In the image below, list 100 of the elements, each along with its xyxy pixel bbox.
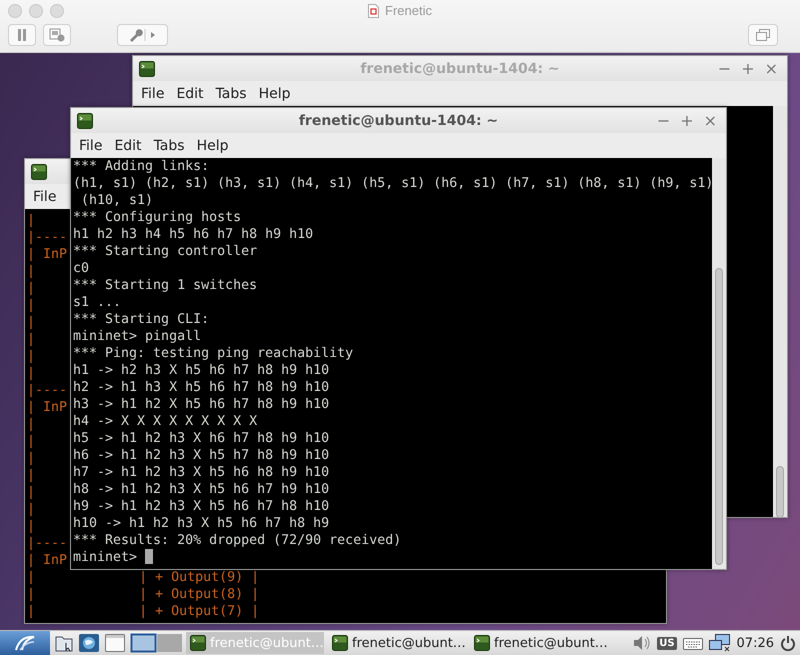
show-desktop-button[interactable] (104, 633, 126, 653)
window-mode-button[interactable] (748, 24, 778, 46)
terminal-line: |---- (27, 382, 68, 399)
menu-item[interactable]: Tabs (148, 136, 191, 156)
terminal-line: s1 ... (73, 294, 122, 311)
minimize-button[interactable]: − (654, 112, 674, 128)
scrollbar[interactable] (773, 106, 787, 517)
terminal-line: | | + Output(7) | (27, 603, 260, 620)
menu-item[interactable]: Help (190, 136, 234, 156)
terminal-line: *** Configuring hosts (73, 209, 242, 226)
scrollbar-thumb[interactable] (715, 268, 723, 565)
settings-button[interactable] (117, 24, 168, 46)
window-icon (104, 633, 126, 653)
maximize-button[interactable]: + (738, 60, 758, 76)
terminal-line: h3 -> h1 h2 X h5 h6 h7 h8 h9 h10 (73, 396, 330, 413)
host-window-title: Frenetic (385, 3, 432, 18)
terminal-icon (31, 164, 47, 180)
terminal-line: *** Starting controller (73, 243, 258, 260)
keyboard-layout-indicator[interactable]: US (657, 636, 677, 650)
terminal-line: *** Results: 20% dropped (72/90 received) (73, 532, 402, 549)
terminal-line: h1 h2 h3 h4 h5 h6 h7 h8 h9 h10 (73, 226, 314, 243)
menu-item[interactable]: File (27, 186, 62, 206)
close-button[interactable]: × (700, 112, 720, 128)
terminal-line: | (27, 467, 36, 484)
menu-item[interactable]: Help (252, 84, 296, 104)
terminal-line: h5 -> h1 h2 h3 X h6 h7 h8 h9 h10 (73, 430, 330, 447)
terminal-line: h4 -> X X X X X X X X X (73, 413, 258, 430)
terminal-line: h10 -> h1 h2 h3 X h5 h6 h7 h8 h9 (73, 515, 330, 532)
clock: 07:26 (736, 636, 774, 650)
terminal-line: | (27, 416, 36, 433)
power-icon (780, 635, 796, 651)
terminal-line: | InP (27, 399, 68, 416)
window-title: frenetic@ubuntu-1404: ~ (360, 60, 560, 76)
terminal-line: (h1, s1) (h2, s1) (h3, s1) (h4, s1) (h5, s1) (h6, s1) (h7, s1) (h8, s1) (h9, s1) (73, 175, 712, 192)
terminal-icon (474, 635, 490, 651)
terminal-line: | | + Output(9) | (27, 569, 260, 586)
window-close-button[interactable] (8, 4, 22, 18)
volume-icon (633, 635, 652, 651)
terminal-line: | (27, 331, 36, 348)
terminal-icon (77, 112, 93, 128)
window-zoom-button[interactable] (50, 4, 64, 18)
document-icon (368, 4, 380, 18)
terminal-line: |---- (27, 229, 68, 246)
pause-icon (17, 29, 27, 41)
minimize-button[interactable]: − (714, 60, 734, 76)
maximize-button[interactable]: + (677, 112, 697, 128)
snapshot-icon (49, 28, 65, 42)
terminal-line: h7 -> h1 h2 h3 X h5 h6 h8 h9 h10 (73, 464, 330, 481)
scrollbar-thumb[interactable] (776, 466, 784, 518)
terminal-icon (190, 635, 206, 651)
taskbar-task[interactable]: frenetic@ubunt… (328, 632, 466, 654)
windows-icon (756, 29, 770, 41)
snapshot-button[interactable] (43, 24, 71, 46)
terminal-line: | InP (27, 552, 68, 569)
menu-item[interactable]: File (73, 136, 108, 156)
workspaces-icon (130, 633, 182, 653)
terminal-line: h6 -> h1 h2 h3 X h5 h7 h8 h9 h10 (73, 447, 330, 464)
terminal-line: | (27, 365, 36, 382)
terminal-line: | (27, 297, 36, 314)
terminal-line: | (27, 433, 36, 450)
start-button[interactable] (0, 631, 50, 655)
terminal-line: | (27, 263, 36, 280)
terminal-line: | (27, 484, 36, 501)
terminal-icon (139, 60, 155, 76)
menu-item[interactable]: File (135, 84, 170, 104)
terminal-line: *** Ping: testing ping reachability (73, 345, 354, 362)
taskbar-task[interactable]: frenetic@ubunt… (470, 632, 608, 654)
terminal-line: | InP (27, 246, 68, 263)
terminal-line: | (27, 518, 36, 535)
close-button[interactable]: × (762, 60, 781, 76)
terminal-line: *** Adding links: (73, 158, 210, 175)
globe-icon (78, 633, 100, 653)
terminal-line: h1 -> h2 h3 X h5 h6 h7 h8 h9 h10 (73, 362, 330, 379)
menu-item[interactable]: Edit (108, 136, 148, 156)
pause-button[interactable] (8, 24, 36, 46)
terminal-line: | | + Output(8) | (27, 586, 260, 603)
terminal-line: | (27, 314, 36, 331)
terminal-line: | (27, 501, 36, 518)
terminal-line: c0 (73, 260, 90, 277)
window-minimize-button[interactable] (29, 4, 43, 18)
terminal-line: mininet> pingall (73, 328, 202, 345)
browser-button[interactable] (78, 633, 100, 653)
workspace-switcher[interactable] (130, 633, 182, 653)
terminal-line: *** Starting 1 switches (73, 277, 258, 294)
terminal-icon (332, 635, 348, 651)
scrollbar[interactable] (712, 158, 726, 569)
menu-item[interactable]: Tabs (210, 84, 253, 104)
window-title: frenetic@ubuntu-1404: ~ (298, 112, 498, 128)
terminal-line: h8 -> h1 h2 h3 X h5 h6 h7 h9 h10 (73, 481, 330, 498)
terminal-line: | (27, 280, 36, 297)
network-icon (708, 634, 731, 652)
keyboard-icon (682, 636, 703, 650)
terminal-line: | (27, 348, 36, 365)
terminal-line: mininet> (73, 549, 154, 566)
terminal-line: h9 -> h1 h2 h3 X h5 h6 h7 h8 h10 (73, 498, 330, 515)
terminal-line: h2 -> h1 h3 X h5 h6 h7 h8 h9 h10 (73, 379, 330, 396)
menu-item[interactable]: Edit (170, 84, 210, 104)
terminal-line: | (27, 212, 36, 229)
terminal-line: *** Starting CLI: (73, 311, 210, 328)
terminal-line: (h10, s1) (80, 192, 154, 209)
